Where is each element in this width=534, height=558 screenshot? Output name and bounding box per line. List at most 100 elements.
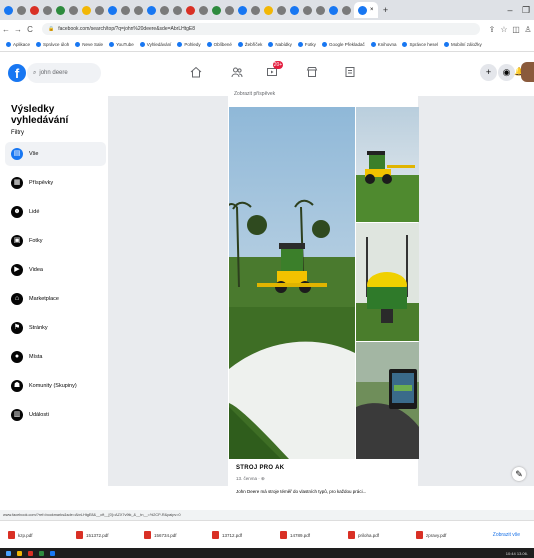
marketplace-icon[interactable] [305,66,319,80]
home-icon[interactable] [189,66,203,80]
gaming-icon[interactable] [343,66,357,80]
create-button[interactable]: + [480,64,497,81]
facebook-favicon-icon [358,5,367,15]
tab-favicon-icon[interactable] [251,5,260,15]
download-item[interactable]: 13712.pdf [212,531,272,539]
bookmark-favicon-icon [370,42,376,47]
download-item[interactable]: 14789.pdf [280,531,340,539]
bookmark-item[interactable]: YouTube [109,42,134,47]
photos-icon: ▣ [11,235,23,247]
forward-button[interactable]: → [12,25,24,34]
bookmark-item[interactable]: Pohledy [177,42,201,47]
tab-favicon-icon[interactable] [147,5,156,15]
tab-favicon-icon[interactable] [121,5,130,15]
profile-icon[interactable]: ♙ [522,25,534,34]
tab-favicon-icon[interactable] [277,5,286,15]
tab-favicon-icon[interactable] [17,5,26,15]
tractor-photo-top-right[interactable] [356,107,419,222]
search-input[interactable]: ⌕ john deere [27,63,101,83]
sidebar-item-pages[interactable]: ⚑ Stránky [5,316,106,340]
bookmark-item[interactable]: Žebříček [237,42,262,47]
avatar[interactable] [521,62,534,82]
tab-favicon-icon[interactable] [108,5,117,15]
bookmark-item[interactable]: Google Překladač [321,42,365,47]
tab-favicon-icon[interactable] [56,5,65,15]
taskbar-app-icon[interactable] [28,550,33,556]
sidebar-item-label: Videa [29,267,43,273]
tab-favicon-icon[interactable] [238,5,247,15]
download-item[interactable]: 151372.pdf [76,531,136,539]
tab-favicon-icon[interactable] [4,5,13,15]
tractor-photo-large[interactable] [224,107,355,459]
bookmark-item[interactable]: Mobilní záložky [444,42,482,47]
show-all-downloads-link[interactable]: Zobrazit vše [493,532,520,538]
download-item[interactable]: kzp.pdf [8,531,68,539]
bookmark-item[interactable]: Fotky [297,42,316,47]
bookmark-item[interactable]: Oblíbené [206,42,232,47]
bookmark-star-icon[interactable]: ☆ [498,25,510,34]
tab-favicon-icon[interactable] [160,5,169,15]
download-item[interactable]: zpravy.pdf [416,531,476,539]
tab-favicon-icon[interactable] [134,5,143,15]
sidebar-item-all[interactable]: ▤ Vše [5,142,106,166]
bookmark-item[interactable]: Správce hesel [402,42,438,47]
bookmark-item[interactable]: Vyhledávání [139,42,171,47]
tab-favicon-icon[interactable] [30,5,39,15]
tab-favicon-icon[interactable] [82,5,91,15]
bookmark-item[interactable]: Neve Sale [75,42,103,47]
sidebar-item-posts[interactable]: ▦ Příspěvky [5,171,106,195]
tab-favicon-icon[interactable] [225,5,234,15]
friends-icon[interactable] [230,66,244,80]
tab-favicon-icon[interactable] [290,5,299,15]
taskbar-app-icon[interactable] [39,550,44,556]
facebook-logo-icon[interactable]: f [8,64,26,82]
tab-favicon-icon[interactable] [199,5,208,15]
tab-favicon-icon[interactable] [303,5,312,15]
share-icon[interactable]: ⇪ [486,25,498,34]
tab-favicon-icon[interactable] [316,5,325,15]
messenger-icon[interactable]: ◉ [498,64,515,81]
tab-close-icon[interactable]: × [370,7,374,13]
new-message-icon[interactable]: ✎ [512,467,526,481]
status-url-bar: www.facebook.com/?ref=bookmarks&sde=AbrL… [0,510,534,520]
download-item[interactable]: priloha.pdf [348,531,408,539]
bookmark-item[interactable]: Aplikace [6,42,30,47]
tab-favicon-icon[interactable] [173,5,182,15]
sidebar-item-videos[interactable]: ▶ Videa [5,258,106,282]
bookmark-item[interactable]: Nabídky [268,42,292,47]
cab-display-photo[interactable] [356,342,419,459]
bookmark-item[interactable]: Knihovna [370,42,396,47]
taskbar-app-icon[interactable] [50,550,55,556]
tab-favicon-icon[interactable] [212,5,221,15]
sidebar-item-photos[interactable]: ▣ Fotky [5,229,106,253]
view-post-link[interactable]: Zobrazit příspěvek [234,91,275,97]
sidebar-item-places[interactable]: ● Místa [5,345,106,369]
sidebar-item-people[interactable]: ☻ Lidé [5,200,106,224]
tab-favicon-icon[interactable] [95,5,104,15]
download-item[interactable]: 156734.pdf [144,531,204,539]
extensions-icon[interactable]: ◫ [510,25,522,34]
back-button[interactable]: ← [0,25,12,34]
post-date[interactable]: 13. června · ⊕ [236,476,265,482]
restore-button[interactable]: ❐ [518,5,534,16]
bookmark-item[interactable]: Správce úloh [36,42,69,47]
taskbar-app-icon[interactable] [17,550,22,556]
active-tab[interactable]: × [354,2,378,18]
tab-favicon-icon[interactable] [329,5,338,15]
tab-favicon-icon[interactable] [43,5,52,15]
sidebar-item-groups[interactable]: ☗ Komunity (Skupiny) [5,374,106,398]
tab-favicon-icon[interactable] [69,5,78,15]
start-button-icon[interactable] [6,550,11,556]
url-field[interactable]: 🔒 facebook.com/search/top/?q=john%20deer… [42,23,480,35]
new-tab-button[interactable]: + [378,5,394,15]
minimize-button[interactable]: – [502,5,518,15]
gps-receiver-photo[interactable] [356,223,419,341]
pdf-file-icon [212,531,219,539]
sidebar-item-events[interactable]: ▥ Události [5,403,106,427]
tab-favicon-icon[interactable] [342,5,351,15]
reload-button[interactable]: C [24,25,36,34]
tab-favicon-icon[interactable] [186,5,195,15]
tab-favicon-icon[interactable] [264,5,273,15]
sidebar-item-marketplace[interactable]: ⌂ Marketplace [5,287,106,311]
post-photo-collage[interactable] [224,107,419,459]
